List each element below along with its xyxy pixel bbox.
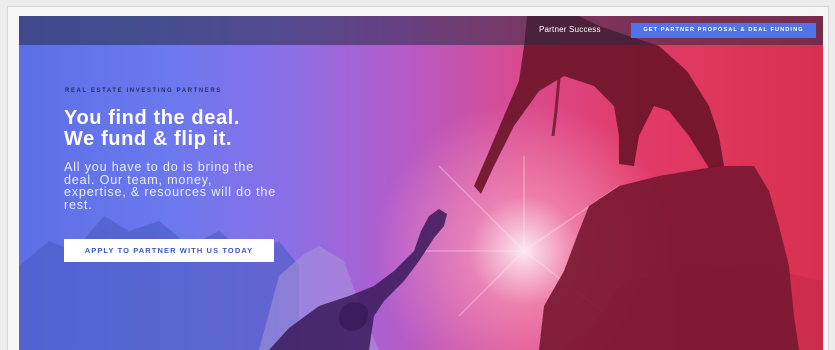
hero-subtext: All you have to do is bring the deal. Ou… <box>64 160 276 212</box>
get-partner-proposal-button[interactable]: GET PARTNER PROPOSAL & DEAL FUNDING <box>631 23 816 38</box>
hero-section: Partner Success GET PARTNER PROPOSAL & D… <box>19 16 823 350</box>
hero-headline-line2: We fund & flip it. <box>64 128 233 150</box>
hero-headline-line1: You find the deal. <box>64 107 240 129</box>
hero-headline: You find the deal. We fund & flip it. <box>64 108 324 150</box>
climber-rope <box>551 77 561 137</box>
nav-link-partner-success[interactable]: Partner Success <box>539 25 601 34</box>
rock-cliff <box>539 166 799 350</box>
hero-eyebrow: REAL ESTATE INVESTING PARTNERS <box>65 88 222 94</box>
top-nav-bar: Partner Success GET PARTNER PROPOSAL & D… <box>19 16 823 45</box>
apply-to-partner-button[interactable]: APPLY TO PARTNER WITH US TODAY <box>64 239 274 262</box>
mountains-left <box>19 216 299 350</box>
